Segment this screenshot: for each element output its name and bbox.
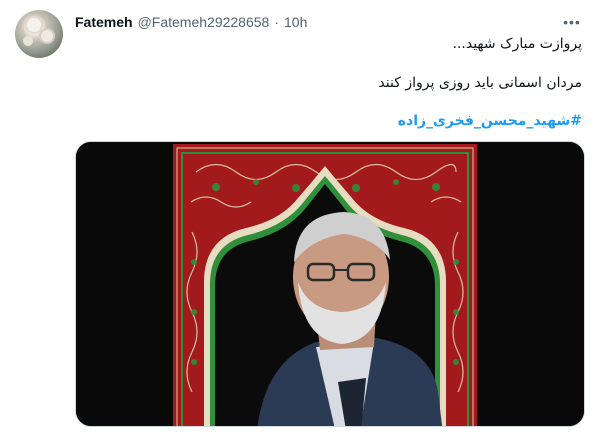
- memorial-image: [76, 142, 584, 426]
- tweet-text-line: پروازت مبارک شهید...: [452, 36, 583, 52]
- avatar-flower: [27, 18, 41, 32]
- tweet-text-line: مردان اسمانی باید روزی پرواز کنند: [378, 75, 582, 91]
- avatar-flower: [41, 30, 53, 42]
- tweet[interactable]: Fatemeh @Fatemeh29228658 · 10h ••• پرواز…: [0, 0, 598, 434]
- tweet-header: Fatemeh @Fatemeh29228658 · 10h: [75, 13, 307, 31]
- tweet-image[interactable]: [75, 141, 585, 427]
- user-handle[interactable]: @Fatemeh29228658: [138, 14, 270, 30]
- hashtag-link[interactable]: #شهید_محسن_فخری_زاده: [398, 113, 582, 129]
- avatar[interactable]: [15, 10, 63, 58]
- timestamp[interactable]: 10h: [284, 14, 307, 30]
- avatar-flower: [23, 36, 33, 46]
- separator-dot: ·: [274, 14, 279, 30]
- display-name[interactable]: Fatemeh: [75, 14, 133, 30]
- more-dots-icon[interactable]: •••: [562, 12, 582, 32]
